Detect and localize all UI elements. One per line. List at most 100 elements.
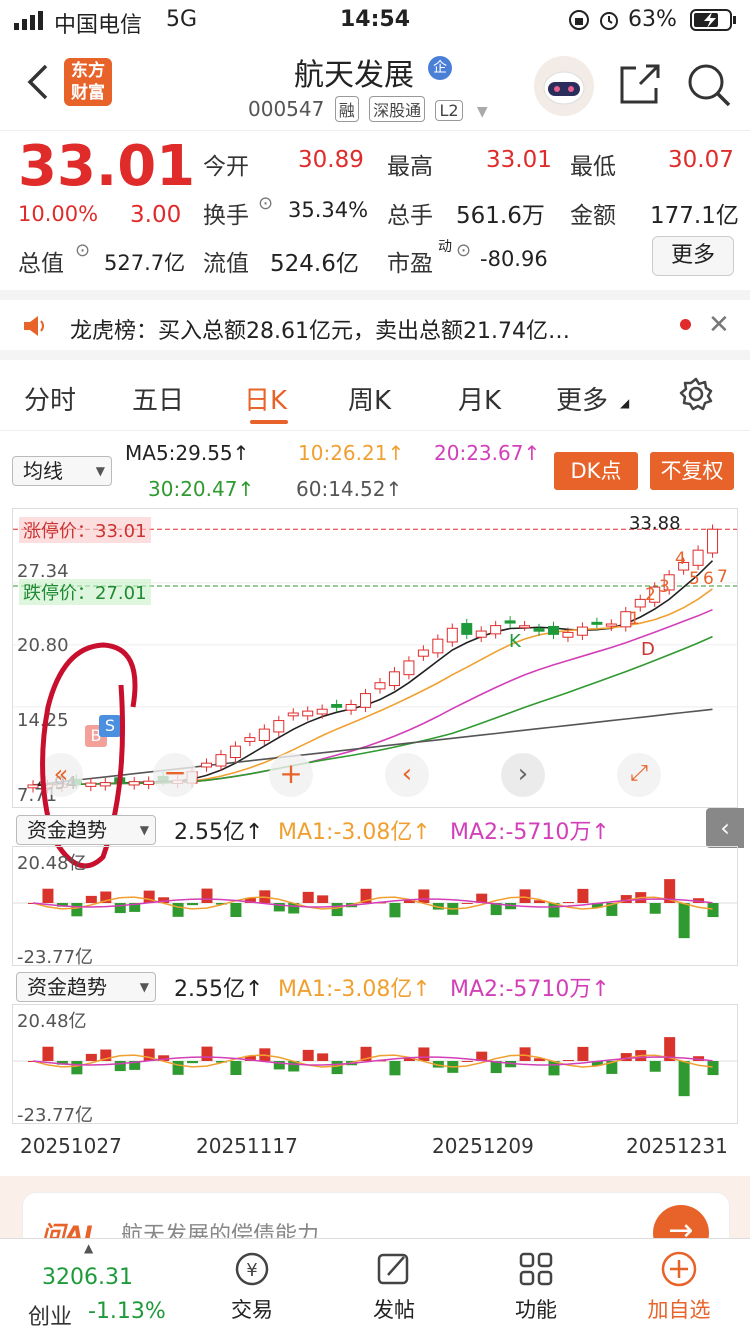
add-circle-icon bbox=[661, 1251, 697, 1287]
zoom-in-icon[interactable]: + bbox=[269, 753, 313, 797]
candle-body bbox=[548, 625, 559, 635]
close-icon[interactable]: ✕ bbox=[708, 310, 730, 340]
collapse-panel-icon[interactable]: ‹ bbox=[706, 808, 744, 848]
tab-intraday[interactable]: 分时 bbox=[24, 380, 76, 417]
chevron-down-icon[interactable]: ▼ bbox=[477, 104, 488, 120]
speaker-icon bbox=[22, 314, 50, 342]
fund-trend-value: 2.55亿↑ bbox=[174, 820, 264, 845]
share-icon[interactable] bbox=[618, 62, 662, 110]
flow-bar bbox=[172, 903, 184, 917]
signal-icon bbox=[14, 10, 48, 36]
clock: 14:54 bbox=[340, 7, 411, 32]
nav-post[interactable]: 发帖 bbox=[354, 1249, 434, 1324]
signal-number: 7 bbox=[717, 567, 728, 587]
flow-bar bbox=[85, 1053, 97, 1061]
flow-bar bbox=[85, 895, 97, 903]
pe-value: -80.96 bbox=[480, 247, 548, 271]
adjust-button[interactable]: 不复权 bbox=[650, 452, 734, 490]
change-percent: 10.00% bbox=[18, 202, 99, 226]
stock-header: 东方 财富 航天发展 企 000547 融 深股通 L2 ▼ bbox=[0, 40, 750, 131]
flow-bar bbox=[577, 888, 589, 903]
flow-bar bbox=[678, 903, 690, 939]
tag-margin: 融 bbox=[334, 96, 359, 122]
separator bbox=[0, 290, 750, 300]
tab-five-day[interactable]: 五日 bbox=[132, 380, 184, 417]
ma60-value: 60:14.52↑ bbox=[296, 477, 403, 501]
candle-body bbox=[562, 631, 574, 638]
candle-body bbox=[707, 528, 719, 554]
info-icon[interactable]: ⊙ bbox=[75, 240, 90, 261]
gear-icon[interactable] bbox=[678, 376, 714, 416]
fund-axis-top: 20.48亿 bbox=[17, 853, 87, 874]
more-button[interactable]: 更多 bbox=[652, 236, 734, 276]
unread-dot bbox=[680, 319, 691, 330]
candle-body bbox=[692, 549, 704, 566]
dragon-tiger-notice[interactable]: 龙虎榜：买入总额28.61亿元，卖出总额21.74亿… bbox=[70, 313, 570, 345]
dk-point-button[interactable]: DK点 bbox=[554, 452, 638, 490]
flow-bar bbox=[71, 1061, 83, 1075]
flow-bar bbox=[187, 1061, 199, 1064]
flow-bar bbox=[562, 1060, 574, 1062]
candle-body bbox=[229, 745, 241, 759]
active-tab-indicator bbox=[250, 420, 288, 424]
candle-body bbox=[605, 623, 617, 627]
app-logo[interactable]: 东方 财富 bbox=[64, 58, 112, 106]
tab-more-triangle-icon: ◢ bbox=[620, 396, 630, 410]
candle-body bbox=[273, 720, 285, 733]
battery-icon bbox=[690, 9, 738, 37]
candle-body bbox=[432, 638, 444, 654]
ma20-value: 20:23.67↑ bbox=[434, 441, 541, 465]
k-marker: K bbox=[509, 631, 521, 652]
battery-percent: 63% bbox=[628, 7, 677, 32]
compose-icon bbox=[377, 1253, 409, 1285]
nav-functions[interactable]: 功能 bbox=[496, 1249, 576, 1324]
info-icon[interactable]: ⊙ bbox=[258, 193, 273, 214]
tab-monthly-k[interactable]: 月K bbox=[458, 380, 501, 417]
ma-dropdown[interactable]: 均线 ▼ bbox=[12, 456, 112, 486]
amount-label: 金额 bbox=[570, 203, 616, 229]
open-label: 今开 bbox=[203, 154, 249, 180]
move-right-icon[interactable]: › bbox=[501, 753, 545, 797]
amount-value: 177.1亿 bbox=[650, 203, 739, 229]
turnover-value: 35.34% bbox=[288, 198, 369, 222]
zoom-out-icon[interactable]: − bbox=[153, 753, 197, 797]
fund-flow-chart[interactable]: 20.48亿 -23.77亿 bbox=[12, 846, 738, 968]
tab-more[interactable]: 更多 bbox=[556, 380, 608, 417]
fund-trend-dropdown[interactable]: 资金趋势 ▼ bbox=[16, 815, 156, 845]
info-icon[interactable]: ⊙ bbox=[456, 240, 471, 261]
kline-chart[interactable]: 涨停价：33.01 跌停价：27.01 27.34 20.80 14.25 7.… bbox=[12, 508, 738, 869]
high-label: 最高 bbox=[387, 154, 433, 180]
fund-trend-dropdown-2[interactable]: 资金趋势 ▼ bbox=[16, 972, 156, 1002]
index-change: -1.13% bbox=[88, 1299, 166, 1324]
flow-bar bbox=[71, 903, 83, 917]
status-bar: 中国电信 5G 14:54 63% bbox=[0, 0, 750, 40]
network: 5G bbox=[166, 7, 198, 32]
flow-bar bbox=[317, 1053, 329, 1061]
tab-weekly-k[interactable]: 周K bbox=[348, 380, 391, 417]
date-label: 20251027 bbox=[20, 1134, 122, 1158]
fullscreen-icon[interactable]: ⤢ bbox=[617, 753, 661, 797]
nav-trade[interactable]: ¥ 交易 bbox=[212, 1249, 292, 1324]
flow-bar bbox=[302, 891, 314, 903]
tab-daily-k[interactable]: 日K bbox=[244, 380, 287, 417]
robot-avatar-icon[interactable] bbox=[534, 56, 594, 116]
market-cap-label: 总值 bbox=[18, 251, 64, 277]
candle-body bbox=[302, 710, 314, 717]
candle-body bbox=[461, 623, 473, 635]
nav-add-watchlist[interactable]: 加自选 bbox=[636, 1249, 722, 1324]
fund-axis-bottom: -23.77亿 bbox=[17, 947, 94, 968]
move-left-icon[interactable]: ‹ bbox=[385, 753, 429, 797]
high-value: 33.01 bbox=[486, 147, 552, 173]
date-label: 20251231 bbox=[626, 1134, 728, 1158]
expand-up-icon[interactable]: ▲ bbox=[84, 1241, 93, 1255]
tag-level2: L2 bbox=[435, 100, 463, 121]
flow-bar bbox=[461, 1060, 473, 1062]
flow-bar bbox=[519, 889, 531, 903]
search-icon[interactable] bbox=[686, 62, 732, 112]
back-icon[interactable] bbox=[24, 62, 50, 106]
ma10-value: 10:26.21↑ bbox=[298, 441, 405, 465]
market-cap-value: 527.7亿 bbox=[104, 251, 186, 275]
d-marker: D bbox=[641, 639, 655, 660]
fund-flow-chart-2[interactable]: 20.48亿 -23.77亿 bbox=[12, 1004, 738, 1126]
divider bbox=[0, 430, 750, 431]
